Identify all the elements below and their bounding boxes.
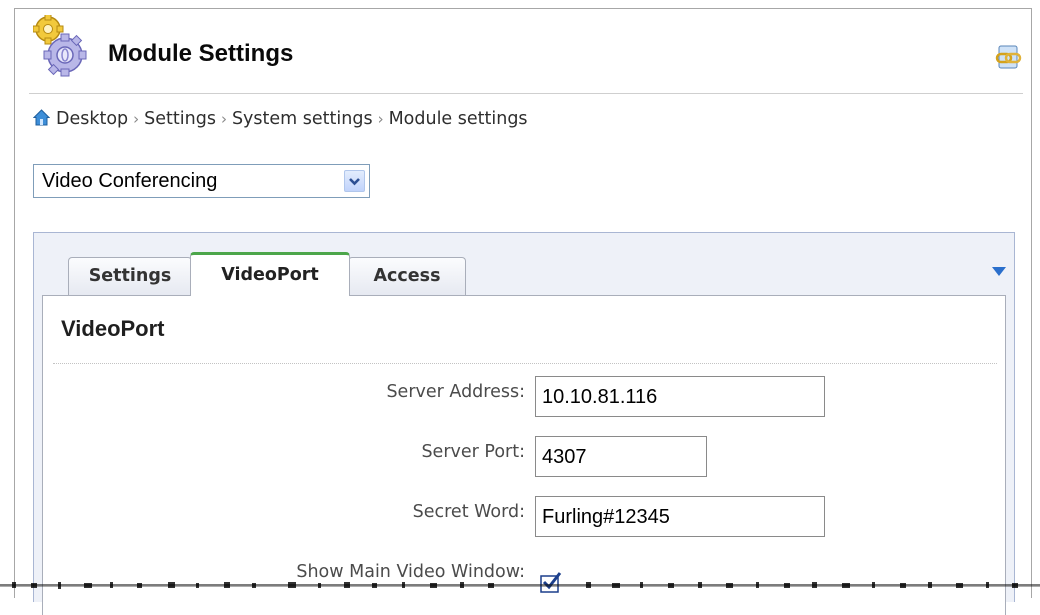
section-title: VideoPort	[61, 316, 165, 341]
module-settings-window: Module Settings Desktop › Settings › System …	[14, 8, 1032, 615]
chevron-down-icon	[349, 178, 360, 186]
secret-word-label: Secret Word:	[412, 502, 525, 522]
server-port-label: Server Port:	[421, 442, 525, 462]
header: Module Settings	[15, 9, 1031, 95]
tab-access[interactable]: Access	[348, 257, 466, 295]
link-icon[interactable]	[995, 43, 1023, 71]
tab-strip: Settings VideoPort Access	[48, 249, 988, 296]
select-dropdown-button[interactable]	[344, 170, 365, 192]
module-select[interactable]: Video Conferencing	[33, 164, 370, 198]
secret-word-input[interactable]: Furling#12345	[535, 496, 825, 537]
header-divider	[29, 93, 1023, 94]
tab-settings[interactable]: Settings	[68, 257, 192, 295]
server-address-input[interactable]: 10.10.81.116	[535, 376, 825, 417]
breadcrumb-item-module-settings: Module settings	[388, 109, 528, 129]
gears-icon	[33, 15, 87, 77]
server-port-input[interactable]: 4307	[535, 436, 707, 477]
torn-edge-decoration	[0, 582, 1040, 589]
section-divider	[53, 363, 997, 364]
breadcrumb-separator: ›	[377, 110, 384, 128]
breadcrumb: Desktop › Settings › System settings › Module …	[33, 109, 528, 129]
page-title: Module Settings	[108, 40, 294, 67]
server-address-label: Server Address:	[386, 382, 525, 402]
settings-panel: Settings VideoPort Access VideoPort Serv…	[33, 232, 1015, 615]
breadcrumb-item-system-settings[interactable]: System settings	[232, 109, 373, 129]
home-icon[interactable]	[33, 109, 50, 126]
panel-menu-triangle-icon[interactable]	[992, 267, 1006, 276]
tab-content: VideoPort Server Address: 10.10.81.116 S…	[42, 295, 1006, 615]
breadcrumb-item-settings[interactable]: Settings	[144, 109, 216, 129]
module-select-value: Video Conferencing	[42, 170, 218, 192]
breadcrumb-separator: ›	[133, 110, 140, 128]
breadcrumb-separator: ›	[220, 110, 227, 128]
breadcrumb-item-desktop[interactable]: Desktop	[56, 109, 128, 129]
tab-videoport[interactable]: VideoPort	[190, 252, 350, 296]
